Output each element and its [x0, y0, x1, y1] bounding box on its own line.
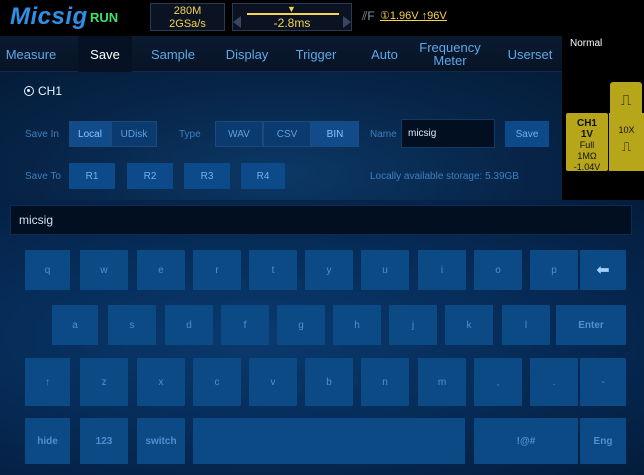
space-key[interactable] [193, 418, 465, 464]
acquisition-info[interactable]: 280M 2GSa/s [150, 3, 225, 31]
key-n[interactable]: n [361, 358, 409, 406]
shift-key[interactable]: ↑ [25, 358, 70, 406]
channel-offset: -1.04V [573, 162, 601, 172]
key-g[interactable]: g [277, 305, 325, 345]
tab-display[interactable]: Display [212, 36, 282, 72]
enter-key[interactable]: Enter [556, 305, 626, 345]
channel-radio[interactable]: CH1 [24, 84, 62, 98]
key-b[interactable]: b [305, 358, 353, 406]
channel-scale: 1V [580, 129, 594, 140]
radio-icon [24, 86, 34, 96]
type-label: Type [179, 129, 201, 140]
key-a[interactable]: a [52, 305, 98, 345]
key-p[interactable]: p [530, 250, 578, 290]
key-d[interactable]: d [165, 305, 213, 345]
pulse-small-icon: ⎍ [621, 139, 632, 154]
memory-depth: 280M [173, 5, 202, 17]
save-to-r4[interactable]: R4 [241, 163, 285, 189]
key-k[interactable]: k [445, 305, 493, 345]
file-name-input[interactable]: micsig [401, 119, 495, 148]
app-logo: Micsig [10, 3, 88, 30]
keyboard-input-field[interactable]: micsig [10, 205, 632, 235]
time-offset: -2.8ms [273, 16, 311, 30]
key-f[interactable]: f [221, 305, 269, 345]
trigger-edge-icon: ⫽F [362, 9, 375, 23]
storage-info: Locally available storage: 5.39GB [370, 171, 519, 182]
switch-key[interactable]: switch [137, 418, 185, 464]
comma-key[interactable]: , [474, 358, 522, 406]
save-to-r3[interactable]: R3 [184, 163, 230, 189]
save-in-label: Save In [25, 129, 59, 140]
tab-save[interactable]: Save [78, 36, 132, 72]
key-e[interactable]: e [137, 250, 185, 290]
language-key[interactable]: Eng [580, 418, 626, 464]
key-y[interactable]: y [305, 250, 353, 290]
tab-sample[interactable]: Sample [138, 36, 208, 72]
type-wav[interactable]: WAV [215, 121, 263, 147]
symbols-key[interactable]: !@# [474, 418, 578, 464]
probe-ratio: 10X [618, 125, 635, 135]
save-to-r2[interactable]: R2 [127, 163, 173, 189]
hide-keyboard-key[interactable]: hide [25, 418, 70, 464]
channel-label: CH1 [576, 118, 597, 129]
channel-bandwidth: Full [579, 140, 595, 150]
key-h[interactable]: h [333, 305, 381, 345]
save-in-udisk[interactable]: UDisk [111, 121, 157, 147]
tab-trigger[interactable]: Trigger [283, 36, 349, 72]
trigger-level-text: ①1.96V ↑96V [380, 10, 447, 22]
save-to-label: Save To [25, 171, 61, 182]
channel-impedance: 1MΩ [577, 151, 597, 161]
save-to-r1[interactable]: R1 [69, 163, 115, 189]
key-z[interactable]: z [80, 358, 128, 406]
tab-frequency-meter[interactable]: Frequency Meter [418, 36, 482, 72]
key-m[interactable]: m [418, 358, 466, 406]
key-v[interactable]: v [249, 358, 297, 406]
dash-key[interactable]: - [580, 358, 626, 406]
key-s[interactable]: s [108, 305, 156, 345]
run-state-indicator[interactable]: RUN [90, 10, 118, 25]
tab-userset[interactable]: Userset [498, 36, 562, 72]
trigger-level[interactable]: ①1.96V ↑96V [380, 9, 447, 22]
trigger-mode[interactable]: Normal [570, 38, 602, 49]
numeric-key[interactable]: 123 [80, 418, 128, 464]
key-w[interactable]: w [80, 250, 128, 290]
key-l[interactable]: l [502, 305, 550, 345]
type-csv[interactable]: CSV [263, 121, 311, 147]
key-q[interactable]: q [25, 250, 70, 290]
tab-measure[interactable]: Measure [0, 36, 62, 72]
key-o[interactable]: o [474, 250, 522, 290]
right-arrow-icon [343, 16, 351, 28]
name-label: Name [370, 129, 397, 140]
key-i[interactable]: i [418, 250, 466, 290]
sample-rate: 2GSa/s [169, 18, 206, 30]
tab-auto[interactable]: Auto [357, 36, 412, 72]
key-j[interactable]: j [389, 305, 437, 345]
probe-badge[interactable]: 10X ⎍ [609, 113, 644, 171]
key-r[interactable]: r [193, 250, 241, 290]
type-bin[interactable]: BIN [311, 121, 359, 147]
key-t[interactable]: t [249, 250, 297, 290]
key-c[interactable]: c [193, 358, 241, 406]
save-in-local[interactable]: Local [69, 121, 111, 147]
channel-radio-label: CH1 [38, 84, 63, 98]
channel-badge[interactable]: CH1 1V Full 1MΩ -1.04V [566, 113, 608, 172]
key-x[interactable]: x [137, 358, 185, 406]
backspace-key[interactable]: ⬅ [580, 250, 626, 290]
period-key[interactable]: . [530, 358, 578, 406]
timebase-indicator[interactable]: ▼ -2.8ms [232, 3, 352, 31]
key-u[interactable]: u [361, 250, 409, 290]
trigger-position-marker-icon: ▼ [287, 4, 296, 14]
save-button[interactable]: Save [505, 121, 549, 147]
